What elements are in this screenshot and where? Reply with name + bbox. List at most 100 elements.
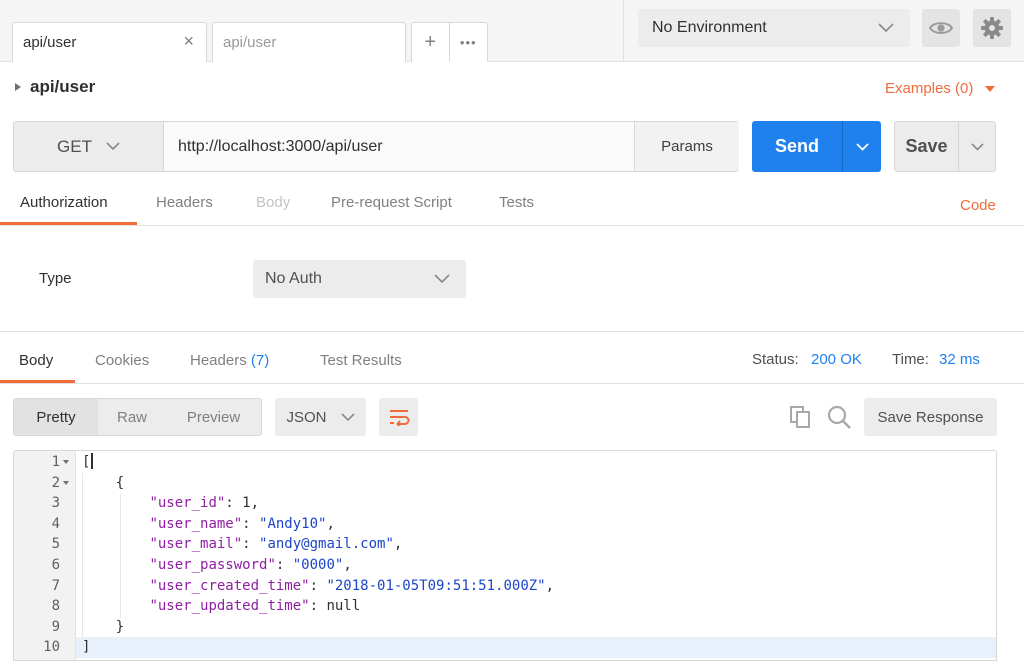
url-input[interactable] [164, 122, 634, 171]
url-bar: GET Params [13, 121, 739, 172]
caret-right-icon[interactable] [15, 83, 21, 91]
view-preview-button[interactable]: Preview [166, 399, 261, 435]
line-number: 8 [51, 598, 60, 615]
chevron-down-icon [340, 412, 355, 421]
environment-value: No Environment [652, 19, 767, 36]
code-line: [ [82, 452, 94, 473]
json-value: "Andy10" [259, 515, 327, 532]
params-button[interactable]: Params [634, 122, 739, 171]
json-brace: { [115, 474, 125, 491]
json-value: "0000" [292, 557, 344, 573]
code-line: "user_password": "0000", [149, 557, 352, 573]
more-icon[interactable]: ••• [450, 23, 488, 62]
send-options-button[interactable] [842, 121, 881, 172]
wrap-icon [389, 410, 409, 426]
view-raw-button[interactable]: Raw [98, 399, 166, 435]
json-value: "2018-01-05T09:51:51.000Z" [326, 577, 546, 594]
chevron-down-icon[interactable] [985, 86, 995, 92]
status-value[interactable]: 200 OK [811, 351, 862, 368]
examples-dropdown[interactable]: Examples (0) [885, 80, 973, 97]
tab-authorization[interactable]: Authorization [20, 194, 108, 211]
json-bracket: [ [82, 454, 91, 470]
response-body-editor[interactable]: 1 2 3 4 5 6 7 8 9 10 [ { "user_id": 1, "… [13, 450, 997, 661]
json-value: "andy@gmail.com" [259, 536, 394, 553]
fold-toggle-icon[interactable] [63, 481, 69, 485]
json-key: "user_mail" [149, 536, 243, 553]
save-options-button[interactable] [958, 121, 996, 172]
line-number: 6 [51, 557, 60, 573]
divider [0, 331, 1024, 332]
json-key: "user_id" [149, 495, 226, 512]
copy-icon[interactable] [789, 405, 811, 433]
json-key: "user_created_time" [149, 577, 310, 594]
plus-icon[interactable]: + [412, 23, 450, 62]
divider [0, 225, 1024, 226]
view-mode-group: Pretty Raw Preview [13, 398, 262, 436]
request-name[interactable]: api/user [30, 77, 95, 97]
view-pretty-button[interactable]: Pretty [14, 399, 98, 435]
tab-pre-request-script[interactable]: Pre-request Script [331, 194, 452, 211]
line-number: 2 [51, 474, 60, 491]
request-tab-active[interactable]: api/user × [12, 22, 207, 62]
divider [623, 0, 624, 62]
format-value: JSON [286, 408, 327, 426]
tab-label: api/user [23, 34, 77, 51]
line-number: 7 [51, 577, 60, 594]
request-tab[interactable]: api/user [212, 22, 406, 62]
tab-body[interactable]: Body [256, 194, 290, 211]
json-comma: , [545, 577, 555, 594]
json-key: "user_updated_time" [149, 598, 310, 615]
auth-type-label: Type [39, 270, 72, 287]
response-tab-body[interactable]: Body [19, 352, 53, 369]
json-comma: , [393, 536, 403, 553]
response-tab-headers[interactable]: Headers (7) [190, 352, 269, 369]
format-select[interactable]: JSON [275, 398, 366, 436]
line-number: 9 [51, 618, 60, 635]
json-bracket: ] [82, 639, 91, 656]
settings-button[interactable] [973, 9, 1011, 47]
save-button[interactable]: Save [894, 121, 959, 172]
close-icon[interactable]: × [183, 32, 194, 50]
tab-headers[interactable]: Headers [156, 194, 213, 211]
line-number: 10 [43, 639, 60, 656]
active-line-highlight [76, 637, 996, 658]
text-cursor [91, 453, 94, 469]
chevron-down-icon [970, 142, 984, 151]
tab-controls: + ••• [411, 22, 488, 62]
send-button[interactable]: Send [752, 121, 842, 172]
json-comma: , [326, 515, 335, 532]
json-value: null [326, 598, 361, 615]
line-number: 4 [51, 515, 60, 532]
line-number: 5 [51, 536, 60, 553]
response-tab-test-results[interactable]: Test Results [320, 352, 402, 369]
status-label: Status: [752, 351, 799, 368]
time-value[interactable]: 32 ms [939, 351, 980, 368]
fold-toggle-icon[interactable] [63, 460, 69, 464]
code-line: ] [82, 637, 90, 658]
line-number: 1 [51, 454, 60, 470]
json-value: 1 [242, 495, 251, 512]
line-number: 3 [51, 495, 60, 512]
method-select[interactable]: GET [14, 122, 164, 171]
code-link[interactable]: Code [960, 197, 996, 214]
auth-type-value: No Auth [265, 270, 322, 287]
chevron-down-icon [878, 23, 894, 33]
environment-quick-look-button[interactable] [922, 9, 960, 47]
tab-label: api/user [223, 34, 277, 51]
chevron-down-icon [106, 142, 120, 151]
auth-type-select[interactable]: No Auth [253, 260, 466, 298]
code-line: "user_id": 1, [149, 495, 260, 512]
eye-icon [929, 22, 953, 34]
tab-tests[interactable]: Tests [499, 194, 534, 211]
environment-select[interactable]: No Environment [638, 9, 910, 47]
code-line: { [82, 473, 124, 494]
code-line: "user_updated_time": null [149, 598, 361, 615]
wrap-lines-button[interactable] [379, 398, 418, 436]
save-response-button[interactable]: Save Response [864, 398, 997, 436]
line-number-gutter: 1 2 3 4 5 6 7 8 9 10 [14, 451, 76, 660]
response-tab-cookies[interactable]: Cookies [95, 352, 149, 369]
divider [0, 383, 1024, 384]
search-icon[interactable] [826, 404, 852, 434]
response-tab-headers-label: Headers [190, 352, 247, 369]
time-label: Time: [892, 351, 929, 368]
